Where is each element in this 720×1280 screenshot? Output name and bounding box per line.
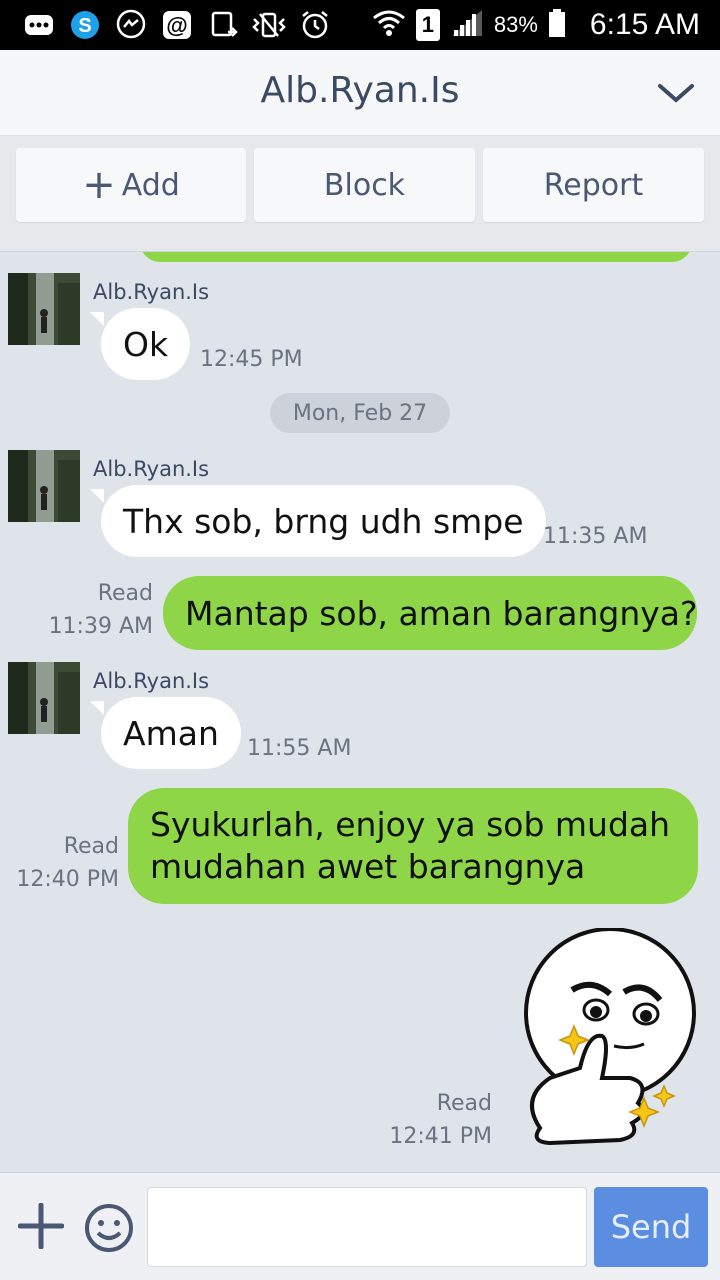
bubble-tail bbox=[90, 312, 104, 326]
skype-icon: S bbox=[68, 8, 102, 42]
sender-name: Alb.Ryan.Is bbox=[93, 280, 210, 304]
chevron-down-icon[interactable] bbox=[656, 78, 696, 108]
bubble-tail bbox=[90, 489, 104, 503]
message-time: 11:39 AM bbox=[48, 614, 153, 639]
svg-text:@: @ bbox=[166, 13, 187, 38]
avatar[interactable] bbox=[8, 662, 80, 734]
sender-name: Alb.Ryan.Is bbox=[93, 669, 210, 693]
read-label: Read bbox=[97, 581, 153, 606]
add-button-label: Add bbox=[121, 167, 180, 203]
message-line: Syukurlah, enjoy ya sob mudah bbox=[150, 805, 671, 844]
message-time: 11:35 AM bbox=[543, 524, 648, 549]
vibrate-icon bbox=[252, 8, 286, 42]
action-bar: + Add Block Report bbox=[0, 136, 720, 252]
block-button-label: Block bbox=[323, 167, 406, 203]
read-receipt: Read 12:40 PM bbox=[10, 830, 119, 896]
plus-icon: + bbox=[82, 162, 116, 208]
thumbs-up-sticker[interactable] bbox=[510, 928, 710, 1158]
send-button[interactable]: Send bbox=[594, 1187, 708, 1267]
message-line: mudahan awet barangnya bbox=[150, 847, 586, 886]
sim-badge: 1 bbox=[415, 9, 440, 41]
date-separator: Mon, Feb 27 bbox=[270, 393, 450, 433]
add-button[interactable]: + Add bbox=[16, 148, 246, 222]
message-list[interactable]: Alb.Ryan.Is Ok 12:45 PM Mon, Feb 27 Alb.… bbox=[0, 252, 720, 1172]
message-bubble[interactable]: Thx sob, brng udh smpe bbox=[101, 485, 546, 557]
read-receipt: Read 12:41 PM bbox=[380, 1087, 492, 1153]
previous-message-bubble bbox=[140, 252, 692, 262]
message-time: 12:41 PM bbox=[389, 1124, 492, 1149]
report-button[interactable]: Report bbox=[483, 148, 704, 222]
clock: 6:15 AM bbox=[589, 8, 700, 41]
bubble-tail bbox=[90, 701, 104, 715]
message-time: 11:55 AM bbox=[247, 736, 352, 761]
chat-title: Alb.Ryan.Is bbox=[260, 70, 460, 111]
wifi-icon bbox=[372, 8, 406, 42]
signal-icon bbox=[450, 8, 484, 42]
alarm-icon bbox=[298, 8, 332, 42]
message-bubble[interactable]: Mantap sob, aman barangnya? bbox=[163, 576, 698, 650]
message-bubble[interactable]: Ok bbox=[101, 308, 191, 380]
chat-header: Alb.Ryan.Is bbox=[0, 50, 720, 136]
plus-icon[interactable] bbox=[18, 1203, 64, 1249]
composer-bar: Send bbox=[0, 1172, 720, 1280]
at-icon: @ bbox=[160, 8, 194, 42]
sender-name: Alb.Ryan.Is bbox=[93, 457, 210, 481]
emoji-icon[interactable] bbox=[84, 1203, 134, 1253]
cast-icon bbox=[206, 8, 240, 42]
more-icon bbox=[22, 8, 56, 42]
message-input[interactable] bbox=[147, 1187, 587, 1267]
read-receipt: Read 11:39 AM bbox=[20, 577, 153, 643]
message-time: 12:45 PM bbox=[200, 347, 303, 372]
read-label: Read bbox=[63, 834, 119, 859]
svg-text:S: S bbox=[78, 15, 91, 37]
report-button-label: Report bbox=[543, 167, 644, 203]
avatar[interactable] bbox=[8, 450, 80, 522]
status-bar: S @ 1 83% 6:15 AM bbox=[0, 0, 720, 50]
block-button[interactable]: Block bbox=[254, 148, 475, 222]
battery-icon bbox=[548, 8, 566, 42]
battery-percent: 83% bbox=[493, 12, 538, 37]
read-label: Read bbox=[436, 1091, 492, 1116]
message-bubble[interactable]: Syukurlah, enjoy ya sob mudah mudahan aw… bbox=[128, 788, 698, 904]
message-time: 12:40 PM bbox=[16, 867, 119, 892]
messenger-icon bbox=[114, 8, 148, 42]
message-bubble[interactable]: Aman bbox=[101, 697, 241, 769]
avatar[interactable] bbox=[8, 273, 80, 345]
